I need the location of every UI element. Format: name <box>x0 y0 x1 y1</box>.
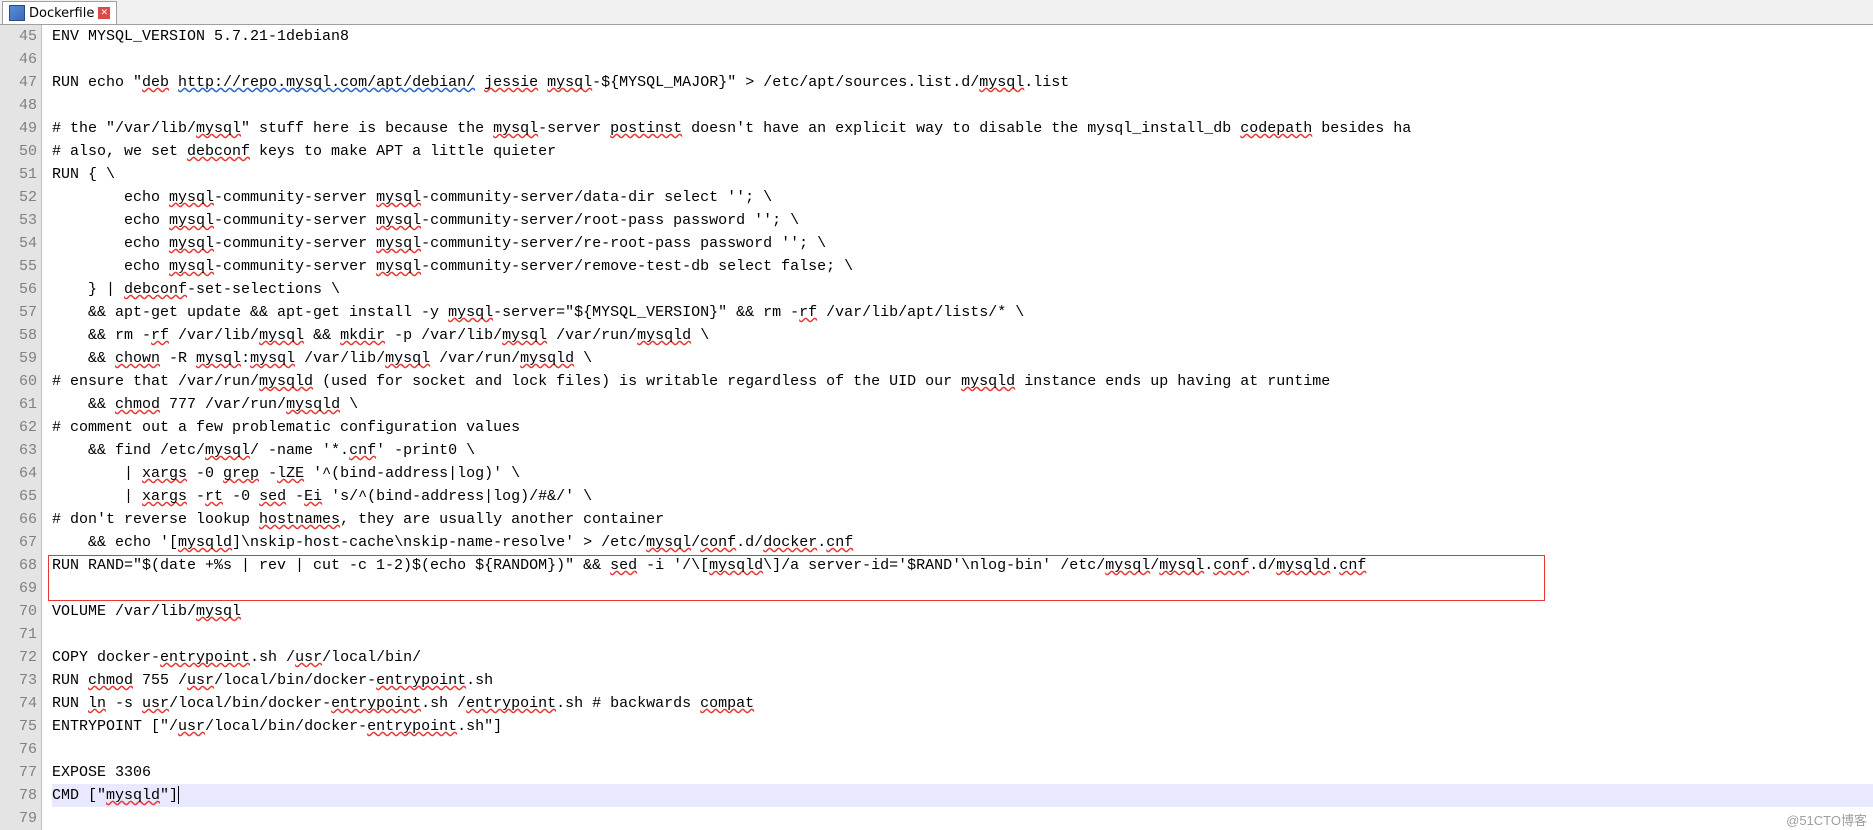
line-number: 59 <box>0 347 37 370</box>
line-number: 60 <box>0 370 37 393</box>
code-line[interactable] <box>52 623 1873 646</box>
code-line[interactable]: echo mysql-community-server mysql-commun… <box>52 232 1873 255</box>
code-line[interactable]: | xargs -0 grep -lZE '^(bind-address|log… <box>52 462 1873 485</box>
line-number: 63 <box>0 439 37 462</box>
line-number: 68 <box>0 554 37 577</box>
tab-filename: Dockerfile <box>29 6 94 21</box>
line-number: 55 <box>0 255 37 278</box>
code-editor[interactable]: 4546474849505152535455565758596061626364… <box>0 25 1873 830</box>
code-area[interactable]: ENV MYSQL_VERSION 5.7.21-1debian8 RUN ech… <box>42 25 1873 830</box>
line-number: 77 <box>0 761 37 784</box>
line-number: 48 <box>0 94 37 117</box>
line-number: 71 <box>0 623 37 646</box>
code-line[interactable]: | xargs -rt -0 sed -Ei 's/^(bind-address… <box>52 485 1873 508</box>
code-line[interactable]: RUN echo "deb http://repo.mysql.com/apt/… <box>52 71 1873 94</box>
line-number: 72 <box>0 646 37 669</box>
line-number: 53 <box>0 209 37 232</box>
code-line[interactable] <box>52 738 1873 761</box>
line-number: 61 <box>0 393 37 416</box>
highlight-box <box>48 555 1545 601</box>
line-number: 70 <box>0 600 37 623</box>
code-line[interactable]: RUN chmod 755 /usr/local/bin/docker-entr… <box>52 669 1873 692</box>
code-line[interactable]: # don't reverse lookup hostnames, they a… <box>52 508 1873 531</box>
code-line[interactable] <box>52 94 1873 117</box>
text-cursor <box>178 786 179 804</box>
code-line[interactable]: && rm -rf /var/lib/mysql && mkdir -p /va… <box>52 324 1873 347</box>
line-number: 65 <box>0 485 37 508</box>
line-number: 47 <box>0 71 37 94</box>
file-tab[interactable]: Dockerfile <box>2 1 117 24</box>
code-line[interactable]: && chmod 777 /var/run/mysqld \ <box>52 393 1873 416</box>
line-number-gutter: 4546474849505152535455565758596061626364… <box>0 25 42 830</box>
code-line[interactable]: EXPOSE 3306 <box>52 761 1873 784</box>
line-number: 57 <box>0 301 37 324</box>
line-number: 45 <box>0 25 37 48</box>
code-line[interactable]: ENTRYPOINT ["/usr/local/bin/docker-entry… <box>52 715 1873 738</box>
tab-bar: Dockerfile <box>0 0 1873 25</box>
close-icon[interactable] <box>98 7 110 19</box>
disk-icon <box>9 5 25 21</box>
code-line[interactable]: # comment out a few problematic configur… <box>52 416 1873 439</box>
line-number: 52 <box>0 186 37 209</box>
code-line[interactable] <box>52 807 1873 830</box>
code-line[interactable]: echo mysql-community-server mysql-commun… <box>52 209 1873 232</box>
line-number: 54 <box>0 232 37 255</box>
line-number: 69 <box>0 577 37 600</box>
code-line[interactable]: } | debconf-set-selections \ <box>52 278 1873 301</box>
line-number: 46 <box>0 48 37 71</box>
watermark: @51CTO博客 <box>1786 810 1867 829</box>
code-line[interactable]: RUN ln -s usr/local/bin/docker-entrypoin… <box>52 692 1873 715</box>
line-number: 76 <box>0 738 37 761</box>
line-number: 50 <box>0 140 37 163</box>
line-number: 73 <box>0 669 37 692</box>
line-number: 64 <box>0 462 37 485</box>
line-number: 49 <box>0 117 37 140</box>
code-line[interactable]: RUN { \ <box>52 163 1873 186</box>
line-number: 67 <box>0 531 37 554</box>
code-line[interactable]: # also, we set debconf keys to make APT … <box>52 140 1873 163</box>
code-line[interactable]: && chown -R mysql:mysql /var/lib/mysql /… <box>52 347 1873 370</box>
code-line[interactable]: COPY docker-entrypoint.sh /usr/local/bin… <box>52 646 1873 669</box>
line-number: 62 <box>0 416 37 439</box>
code-line[interactable]: && apt-get update && apt-get install -y … <box>52 301 1873 324</box>
code-line[interactable]: ENV MYSQL_VERSION 5.7.21-1debian8 <box>52 25 1873 48</box>
line-number: 58 <box>0 324 37 347</box>
line-number: 66 <box>0 508 37 531</box>
line-number: 78 <box>0 784 37 807</box>
code-line[interactable]: VOLUME /var/lib/mysql <box>52 600 1873 623</box>
code-line[interactable]: && find /etc/mysql/ -name '*.cnf' -print… <box>52 439 1873 462</box>
line-number: 56 <box>0 278 37 301</box>
code-line[interactable]: CMD ["mysqld"] <box>52 784 1873 807</box>
code-line[interactable]: # ensure that /var/run/mysqld (used for … <box>52 370 1873 393</box>
code-line[interactable]: # the "/var/lib/mysql" stuff here is bec… <box>52 117 1873 140</box>
code-line[interactable]: && echo '[mysqld]\nskip-host-cache\nskip… <box>52 531 1873 554</box>
code-line[interactable]: echo mysql-community-server mysql-commun… <box>52 255 1873 278</box>
line-number: 79 <box>0 807 37 830</box>
line-number: 51 <box>0 163 37 186</box>
line-number: 74 <box>0 692 37 715</box>
code-line[interactable]: echo mysql-community-server mysql-commun… <box>52 186 1873 209</box>
line-number: 75 <box>0 715 37 738</box>
code-line[interactable] <box>52 48 1873 71</box>
